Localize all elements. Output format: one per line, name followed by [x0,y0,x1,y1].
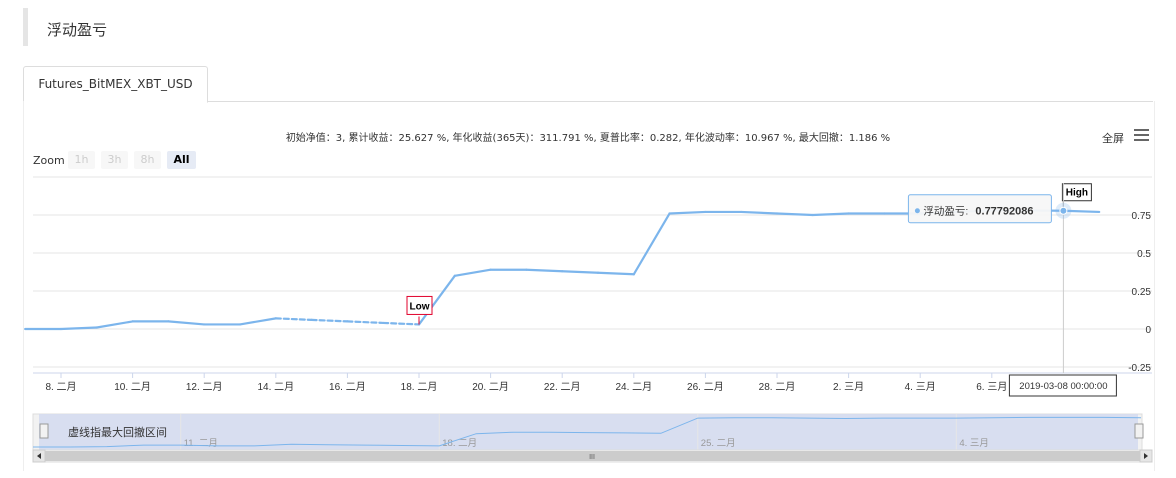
x-tick-label: 28. 二月 [759,381,796,393]
series-segment [167,320,206,326]
series-segment [453,268,492,277]
y-axis-ticks: -0.25 0 0.25 0.5 0.75 [1128,211,1151,374]
y-tick-label: -0.25 [1128,363,1151,374]
navigator-right-handle[interactable] [1134,423,1144,439]
drawdown-segment [382,321,421,326]
high-flag-label: High [1066,188,1088,199]
x-axis-ticks: 8. 二月 10. 二月 12. 二月 14. 二月 16. 二月 18. 二月 20. 二… [45,373,1007,393]
tooltip-series-dot [914,208,920,214]
navigator-left-handle[interactable] [39,423,49,439]
low-flag-label: Low [410,301,430,312]
tooltip-series-name: 浮动盈亏: [923,206,968,218]
series-segment [632,212,671,276]
x-tick-label: 2. 三月 [833,381,864,393]
x-tick-label: 16. 二月 [329,381,366,393]
drawdown-segment [346,320,385,325]
navigator-tick-label: 25. 二月 [701,438,736,449]
navigator-tick-label: 4. 三月 [959,438,989,449]
x-tick-label: 20. 二月 [472,381,509,393]
navigator-label: 虚线指最大回撤区间 [68,426,167,439]
x-tick-label: 10. 二月 [114,381,151,393]
series-segment [59,326,98,331]
y-tick-label: 0 [1145,325,1151,336]
series-segment [525,268,564,273]
series-segment [238,317,277,326]
series-segment [596,271,635,276]
x-tick-label: 12. 二月 [186,381,223,393]
navigator[interactable]: 11. 二月 18. 二月 25. 二月 4. 三月 [32,413,1144,451]
crosshair-date-label: 2019-03-08 00:00:00 [1019,381,1107,392]
navigator-tick-label: 11. 二月 [184,438,218,449]
y-tick-label: 0.25 [1132,287,1152,298]
series-segment [775,212,814,217]
x-tick-label: 4. 三月 [905,381,936,393]
x-tick-label: 14. 二月 [257,381,294,393]
x-tick-label: 24. 二月 [615,381,652,393]
x-tick-label: 6. 三月 [976,381,1007,393]
series-plot [24,209,1101,331]
y-tick-label: 0.5 [1137,249,1151,260]
y-tick-label: 0.75 [1132,211,1152,222]
tooltip-value: 0.77792086 [975,206,1033,218]
scrollbar[interactable]: III [32,449,1153,463]
series-segment [668,210,707,215]
profit-loss-chart: -0.25 0 0.25 0.5 0.75 8. 二月 10. 二月 12. 二月 14. 二… [24,176,1153,463]
series-segment [95,320,134,329]
x-tick-label: 22. 二月 [544,381,581,393]
hover-point-marker [1059,206,1068,215]
x-tick-label: 8. 二月 [45,381,76,393]
series-segment [740,210,779,215]
drawdown-segment [274,317,313,321]
x-tick-label: 18. 二月 [401,381,438,393]
series-segment [811,212,850,217]
drawdown-segment [310,318,349,323]
series-segment [561,270,600,274]
x-tick-label: 26. 二月 [687,381,724,393]
scrollbar-grip: III [589,454,595,461]
